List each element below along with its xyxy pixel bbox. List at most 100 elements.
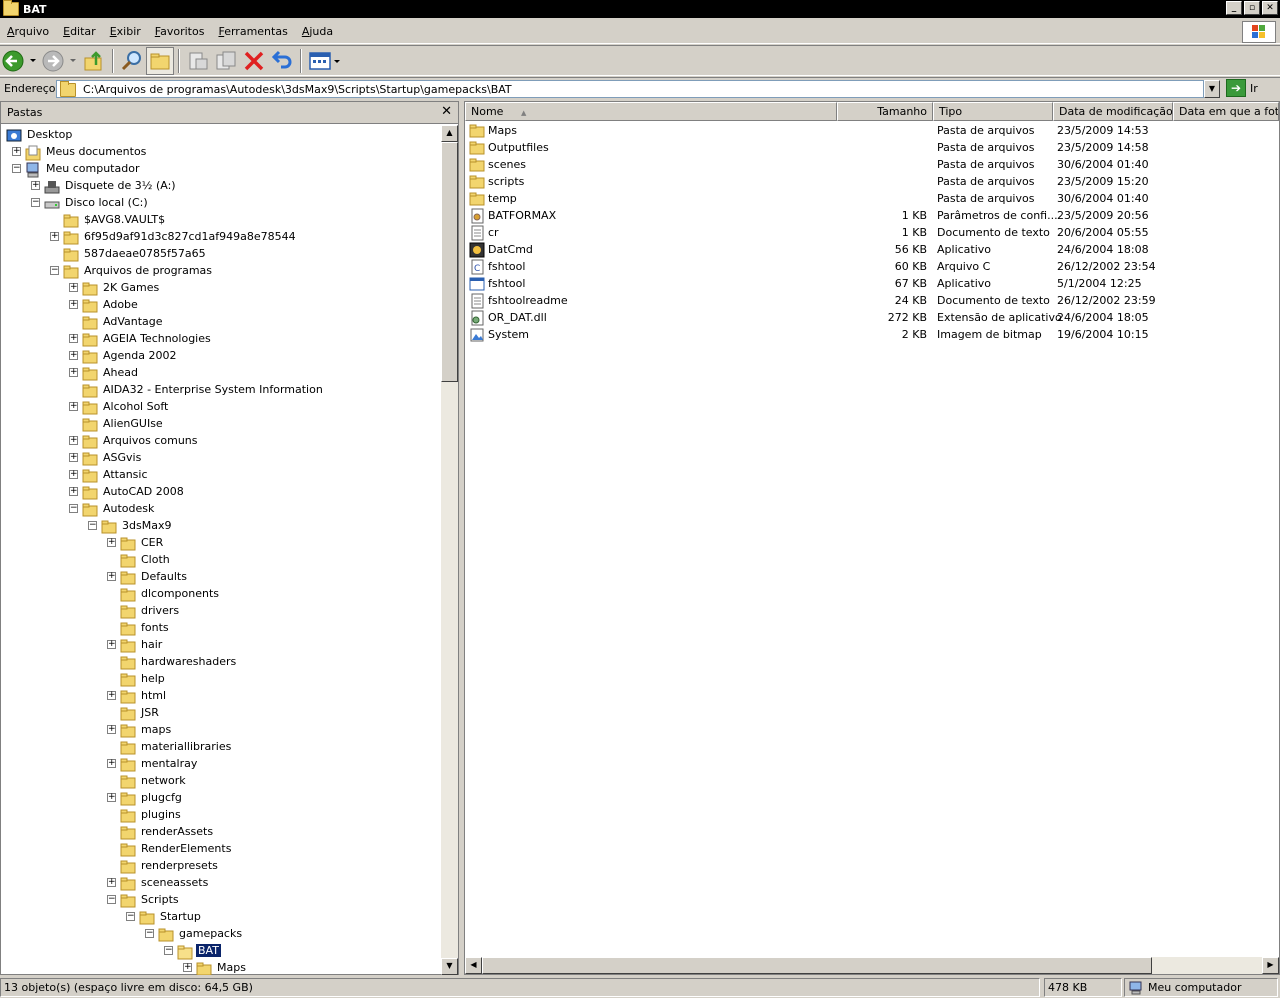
menu-exibir[interactable]: Exibir bbox=[103, 25, 148, 38]
minimize-button[interactable]: _ bbox=[1226, 1, 1242, 15]
scroll-down-button[interactable]: ▼ bbox=[441, 958, 458, 975]
collapse-icon[interactable]: − bbox=[107, 895, 116, 904]
tree-item[interactable]: renderpresets bbox=[120, 857, 220, 874]
tree-item[interactable]: materiallibraries bbox=[120, 738, 233, 755]
views-icon[interactable] bbox=[306, 47, 344, 75]
search-icon[interactable] bbox=[118, 47, 146, 75]
tree-item[interactable]: − Disco local (C:) bbox=[31, 194, 150, 211]
tree-item[interactable]: + Attansic bbox=[69, 466, 150, 483]
expand-icon[interactable]: + bbox=[107, 793, 116, 802]
file-row[interactable]: cr 1 KB Documento de texto 20/6/2004 05:55 bbox=[465, 223, 1265, 241]
tree-item[interactable]: − Arquivos de programas bbox=[50, 262, 214, 279]
folder-tree[interactable]: Desktop + Meus documentos − Meu computador + D… bbox=[1, 125, 441, 975]
menu-ajuda[interactable]: Ajuda bbox=[295, 25, 340, 38]
tree-item[interactable]: JSR bbox=[120, 704, 161, 721]
tree-item[interactable]: + Ahead bbox=[69, 364, 140, 381]
tree-item[interactable]: + Agenda 2002 bbox=[69, 347, 178, 364]
horizontal-scroll-thumb[interactable] bbox=[482, 957, 1152, 974]
tree-item[interactable]: + Defaults bbox=[107, 568, 189, 585]
tree-item[interactable]: + plugcfg bbox=[107, 789, 184, 806]
close-pane-icon[interactable]: ✕ bbox=[441, 104, 452, 119]
undo-icon[interactable] bbox=[268, 47, 296, 75]
expand-icon[interactable]: + bbox=[69, 368, 78, 377]
expand-icon[interactable]: + bbox=[69, 470, 78, 479]
expand-icon[interactable]: + bbox=[69, 402, 78, 411]
expand-icon[interactable]: + bbox=[107, 759, 116, 768]
file-row[interactable]: DatCmd 56 KB Aplicativo 24/6/2004 18:08 bbox=[465, 240, 1265, 258]
move-to-icon[interactable] bbox=[184, 47, 212, 75]
tree-item[interactable]: + Meus documentos bbox=[12, 143, 148, 160]
menu-arquivo[interactable]: Arquivo bbox=[0, 25, 56, 38]
tree-item[interactable]: − gamepacks bbox=[145, 925, 244, 942]
expand-icon[interactable]: + bbox=[107, 538, 116, 547]
tree-item[interactable]: fonts bbox=[120, 619, 171, 636]
copy-to-icon[interactable] bbox=[212, 47, 240, 75]
file-row[interactable]: scenes Pasta de arquivos 30/6/2004 01:40 bbox=[465, 155, 1265, 172]
collapse-icon[interactable]: − bbox=[126, 912, 135, 921]
collapse-icon[interactable]: − bbox=[50, 266, 59, 275]
tree-item[interactable]: − Autodesk bbox=[69, 500, 156, 517]
tree-item[interactable]: +6f95d9af91d3c827cd1af949a8e78544 bbox=[50, 228, 298, 245]
tree-item[interactable]: + Disquete de 3½ (A:) bbox=[31, 177, 178, 194]
forward-icon[interactable] bbox=[40, 47, 80, 75]
file-list-horizontal-scrollbar[interactable]: ◀ ▶ bbox=[465, 957, 1279, 974]
column-header-photo-date[interactable]: Data em que a foto ... bbox=[1173, 102, 1279, 121]
scroll-right-button[interactable]: ▶ bbox=[1262, 957, 1279, 974]
file-row[interactable]: Outputfiles Pasta de arquivos 23/5/2009 14… bbox=[465, 138, 1265, 155]
menu-editar[interactable]: Editar bbox=[56, 25, 103, 38]
tree-item[interactable]: + Arquivos comuns bbox=[69, 432, 200, 449]
tree-item[interactable]: + html bbox=[107, 687, 168, 704]
expand-icon[interactable]: + bbox=[31, 181, 40, 190]
tree-item[interactable]: hardwareshaders bbox=[120, 653, 238, 670]
folders-icon[interactable] bbox=[146, 46, 174, 75]
tree-item[interactable]: + ASGvis bbox=[69, 449, 143, 466]
restore-button[interactable]: ▫ bbox=[1244, 1, 1260, 15]
file-row[interactable]: scripts Pasta de arquivos 23/5/2009 15:20 bbox=[465, 172, 1265, 189]
expand-icon[interactable]: + bbox=[107, 572, 116, 581]
tree-item[interactable]: − 3dsMax9 bbox=[88, 517, 173, 534]
tree-vertical-scrollbar[interactable]: ▲ ▼ bbox=[441, 125, 458, 975]
collapse-icon[interactable]: − bbox=[12, 164, 21, 173]
column-header-name[interactable]: Nome ▲ bbox=[465, 102, 837, 121]
expand-icon[interactable]: + bbox=[69, 487, 78, 496]
expand-icon[interactable]: + bbox=[107, 725, 116, 734]
file-row[interactable]: temp Pasta de arquivos 30/6/2004 01:40 bbox=[465, 189, 1265, 206]
tree-item[interactable]: RenderElements bbox=[120, 840, 233, 857]
file-row[interactable]: Maps Pasta de arquivos 23/5/2009 14:53 bbox=[465, 121, 1265, 138]
tree-item[interactable]: network bbox=[120, 772, 188, 789]
tree-item[interactable]: + hair bbox=[107, 636, 164, 653]
file-row[interactable]: OR_DAT.dll 272 KB Extensão de aplicativo 24… bbox=[465, 308, 1265, 326]
tree-item[interactable]: + AGEIA Technologies bbox=[69, 330, 213, 347]
delete-icon[interactable] bbox=[240, 47, 268, 75]
collapse-icon[interactable]: − bbox=[69, 504, 78, 513]
expand-icon[interactable]: + bbox=[69, 351, 78, 360]
tree-item[interactable]: Cloth bbox=[120, 551, 172, 568]
file-row[interactable]: fshtool 67 KB Aplicativo 5/1/2004 12:25 bbox=[465, 274, 1265, 291]
tree-item[interactable]: +2K Games bbox=[69, 279, 161, 296]
tree-item[interactable]: − Startup bbox=[126, 908, 203, 925]
tree-item[interactable]: $AVG8.VAULT$ bbox=[63, 211, 167, 228]
file-row[interactable]: System 2 KB Imagem de bitmap 19/6/2004 10:1… bbox=[465, 325, 1265, 342]
menu-favoritos[interactable]: Favoritos bbox=[148, 25, 212, 38]
expand-icon[interactable]: + bbox=[107, 640, 116, 649]
expand-icon[interactable]: + bbox=[69, 453, 78, 462]
scroll-thumb[interactable] bbox=[441, 142, 458, 382]
tree-item[interactable]: AlienGUIse bbox=[82, 415, 165, 432]
column-header-modified[interactable]: Data de modificação bbox=[1053, 102, 1173, 121]
tree-item[interactable]: + AutoCAD 2008 bbox=[69, 483, 186, 500]
tree-item[interactable]: dlcomponents bbox=[120, 585, 221, 602]
tree-item[interactable]: + mentalray bbox=[107, 755, 199, 772]
up-folder-icon[interactable] bbox=[80, 47, 108, 75]
tree-item[interactable]: drivers bbox=[120, 602, 181, 619]
address-dropdown-button[interactable]: ▼ bbox=[1204, 80, 1220, 98]
column-header-type[interactable]: Tipo bbox=[933, 102, 1053, 121]
tree-item[interactable]: AdVantage bbox=[82, 313, 165, 330]
collapse-icon[interactable]: − bbox=[164, 946, 173, 955]
tree-item[interactable]: + Maps bbox=[183, 959, 248, 975]
close-button[interactable]: ✕ bbox=[1262, 1, 1278, 15]
expand-icon[interactable]: + bbox=[69, 436, 78, 445]
file-row[interactable]: Cfshtool 60 KB Arquivo C 26/12/2002 23:54 bbox=[465, 257, 1265, 275]
address-input[interactable]: C:\Arquivos de programas\Autodesk\3dsMax… bbox=[56, 80, 1204, 98]
expand-icon[interactable]: + bbox=[50, 232, 59, 241]
tree-item[interactable]: help bbox=[120, 670, 167, 687]
